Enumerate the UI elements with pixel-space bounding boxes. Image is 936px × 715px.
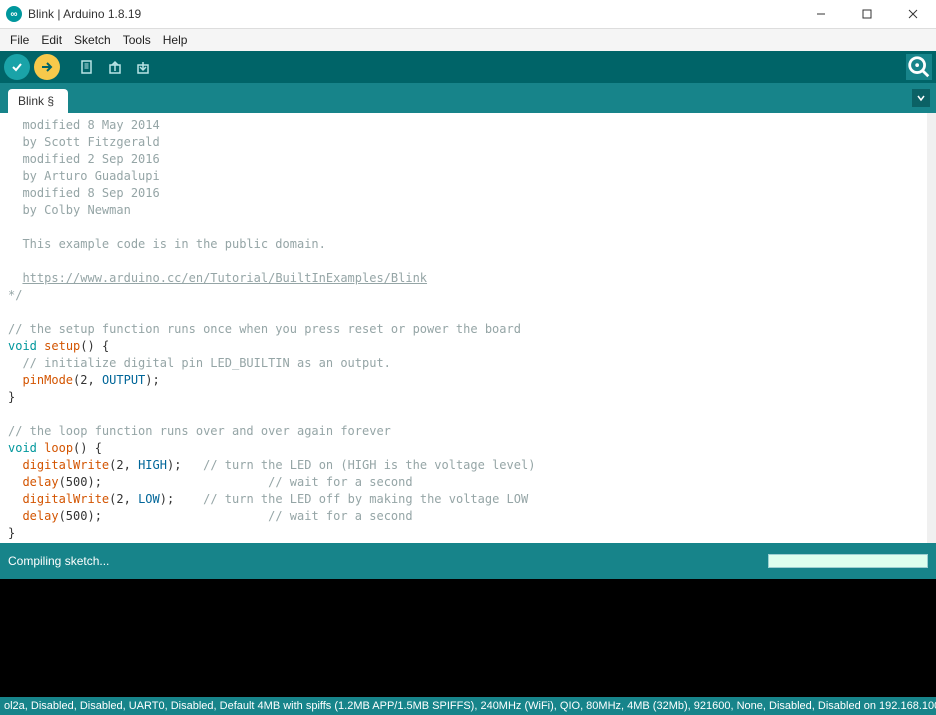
upload-button[interactable] xyxy=(34,54,60,80)
status-message: Compiling sketch... xyxy=(8,554,109,568)
menubar: File Edit Sketch Tools Help xyxy=(0,29,936,51)
verify-button[interactable] xyxy=(4,54,30,80)
output-console[interactable] xyxy=(0,579,936,697)
vertical-scrollbar[interactable] xyxy=(927,113,936,543)
titlebar: ∞ Blink | Arduino 1.8.19 xyxy=(0,0,936,29)
tab-blink[interactable]: Blink § xyxy=(8,89,68,113)
tab-menu-dropdown[interactable] xyxy=(912,89,930,107)
close-button[interactable] xyxy=(890,0,936,29)
menu-help[interactable]: Help xyxy=(157,31,194,49)
minimize-button[interactable] xyxy=(798,0,844,29)
toolbar xyxy=(0,51,936,83)
menu-file[interactable]: File xyxy=(4,31,35,49)
new-sketch-button[interactable] xyxy=(74,54,100,80)
compile-progress-bar xyxy=(768,554,928,568)
maximize-button[interactable] xyxy=(844,0,890,29)
code-content[interactable]: modified 8 May 2014 by Scott Fitzgerald … xyxy=(0,113,936,543)
menu-sketch[interactable]: Sketch xyxy=(68,31,117,49)
open-sketch-button[interactable] xyxy=(102,54,128,80)
window-title: Blink | Arduino 1.8.19 xyxy=(28,7,141,21)
serial-monitor-button[interactable] xyxy=(906,54,932,80)
code-editor[interactable]: modified 8 May 2014 by Scott Fitzgerald … xyxy=(0,113,936,543)
menu-edit[interactable]: Edit xyxy=(35,31,68,49)
board-info-text: ol2a, Disabled, Disabled, UART0, Disable… xyxy=(4,700,936,712)
save-sketch-button[interactable] xyxy=(130,54,156,80)
tabbar: Blink § xyxy=(0,83,936,113)
status-bar: Compiling sketch... xyxy=(0,543,936,579)
menu-tools[interactable]: Tools xyxy=(117,31,157,49)
board-info-footer: ol2a, Disabled, Disabled, UART0, Disable… xyxy=(0,697,936,715)
arduino-app-icon: ∞ xyxy=(6,6,22,22)
